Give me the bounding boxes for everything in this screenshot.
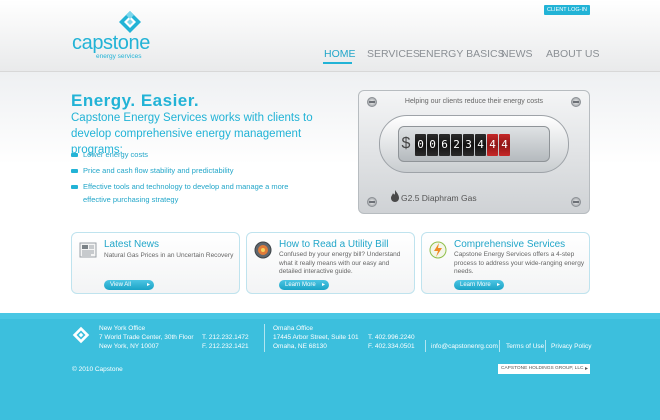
newspaper-icon [79,242,97,258]
nav-news[interactable]: NEWS [501,48,533,60]
omaha-office-phone: T. 402.996.2240 [368,334,415,341]
ny-office-fax: F. 212.232.1421 [202,343,249,350]
nav-home[interactable]: HOME [324,48,356,60]
screw-icon [571,97,581,107]
meter-digit: 0 [427,134,438,156]
latest-news-card: Latest News Natural Gas Prices in an Unc… [71,232,240,294]
meter-label: G2.5 Diaphram Gas [401,193,477,203]
card-description: Capstone Energy Services offers a 4-step… [454,251,585,275]
logo-tagline: energy services [96,53,142,60]
site-header: CLIENT LOG-IN capstone energy services H… [0,0,660,72]
screw-icon [367,197,377,207]
card-title[interactable]: Latest News [104,239,159,251]
card-title[interactable]: How to Read a Utility Bill [279,239,388,251]
arrow-right-icon: ▸ [496,282,500,288]
ny-office-city: New York, NY 10007 [99,343,159,350]
comprehensive-services-card: Comprehensive Services Capstone Energy S… [421,232,590,294]
card-title[interactable]: Comprehensive Services [454,239,565,251]
ny-office-name: New York Office [99,325,146,332]
gauge-icon [254,241,272,259]
meter-digit: 4 [475,134,486,156]
dollar-symbol: $ [401,135,411,152]
benefit-item: Price and cash flow stability and predic… [71,164,341,177]
bullet-icon [71,185,78,190]
arrow-right-icon: ▸ [321,282,325,288]
ny-office-phone: T. 212.232.1472 [202,334,249,341]
meter-caption: Helping our clients reduce their energy … [404,98,544,105]
bullet-icon [71,169,78,174]
terms-of-use-link[interactable]: Terms of Use [506,342,544,351]
logo-wordmark[interactable]: capstone [72,33,150,53]
view-all-button[interactable]: View All ▸ [104,280,154,290]
omaha-office-address: 17445 Arbor Street, Suite 101 [273,334,359,341]
nav-energy-basics[interactable]: ENERGY BASICS [419,48,505,60]
benefit-item: Lower energy costs [71,148,341,161]
meter-window: $ 0 0 6 2 3 4 4 4 [379,115,569,173]
meter-digit: 3 [463,134,474,156]
logo-diamond-icon [119,11,141,33]
meter-digit: 0 [415,134,426,156]
news-headline-link[interactable]: Natural Gas Prices in an Uncertain Recov… [104,252,234,261]
meter-digit: 4 [499,134,510,156]
utility-bill-card: How to Read a Utility Bill Confused by y… [246,232,415,294]
learn-more-button[interactable]: Learn More ▸ [454,280,504,290]
hero-headline: Energy. Easier. [71,91,200,110]
card-description: Confused by your energy bill? Understand… [279,251,401,275]
nav-services[interactable]: SERVICES [367,48,420,60]
arrow-right-icon: ▸ [146,282,150,288]
benefit-item: Effective tools and technology to develo… [71,180,341,206]
screw-icon [367,97,377,107]
meter-digit: 6 [439,134,450,156]
lightning-icon [429,241,447,259]
holdings-link[interactable]: CAPSTONE HOLDINGS GROUP, LLC ▸ [498,364,590,374]
omaha-office-fax: F. 402.334.0501 [368,343,415,350]
omaha-office-city: Omaha, NE 68130 [273,343,327,350]
email-link[interactable]: info@capstonenrg.com [431,342,498,351]
meter-counter: $ 0 0 6 2 3 4 4 4 [398,126,550,162]
meter-digits: 0 0 6 2 3 4 4 4 [415,134,511,156]
arrow-right-icon: ▸ [584,366,588,372]
nav-about-us[interactable]: ABOUT US [546,48,599,60]
screw-icon [571,197,581,207]
meter-digit: 4 [487,134,498,156]
omaha-office-name: Omaha Office [273,325,313,332]
learn-more-button[interactable]: Learn More ▸ [279,280,329,290]
ny-office-address: 7 World Trade Center, 30th Floor [99,334,194,341]
flame-icon [391,190,399,202]
copyright: © 2010 Capstone [72,366,123,373]
meter-digit: 2 [451,134,462,156]
privacy-policy-link[interactable]: Privacy Policy [551,342,591,351]
nav-active-indicator [323,62,352,64]
bullet-icon [71,153,78,158]
footer-logo-icon[interactable] [72,326,90,344]
client-login-button[interactable]: CLIENT LOG-IN [544,5,590,15]
